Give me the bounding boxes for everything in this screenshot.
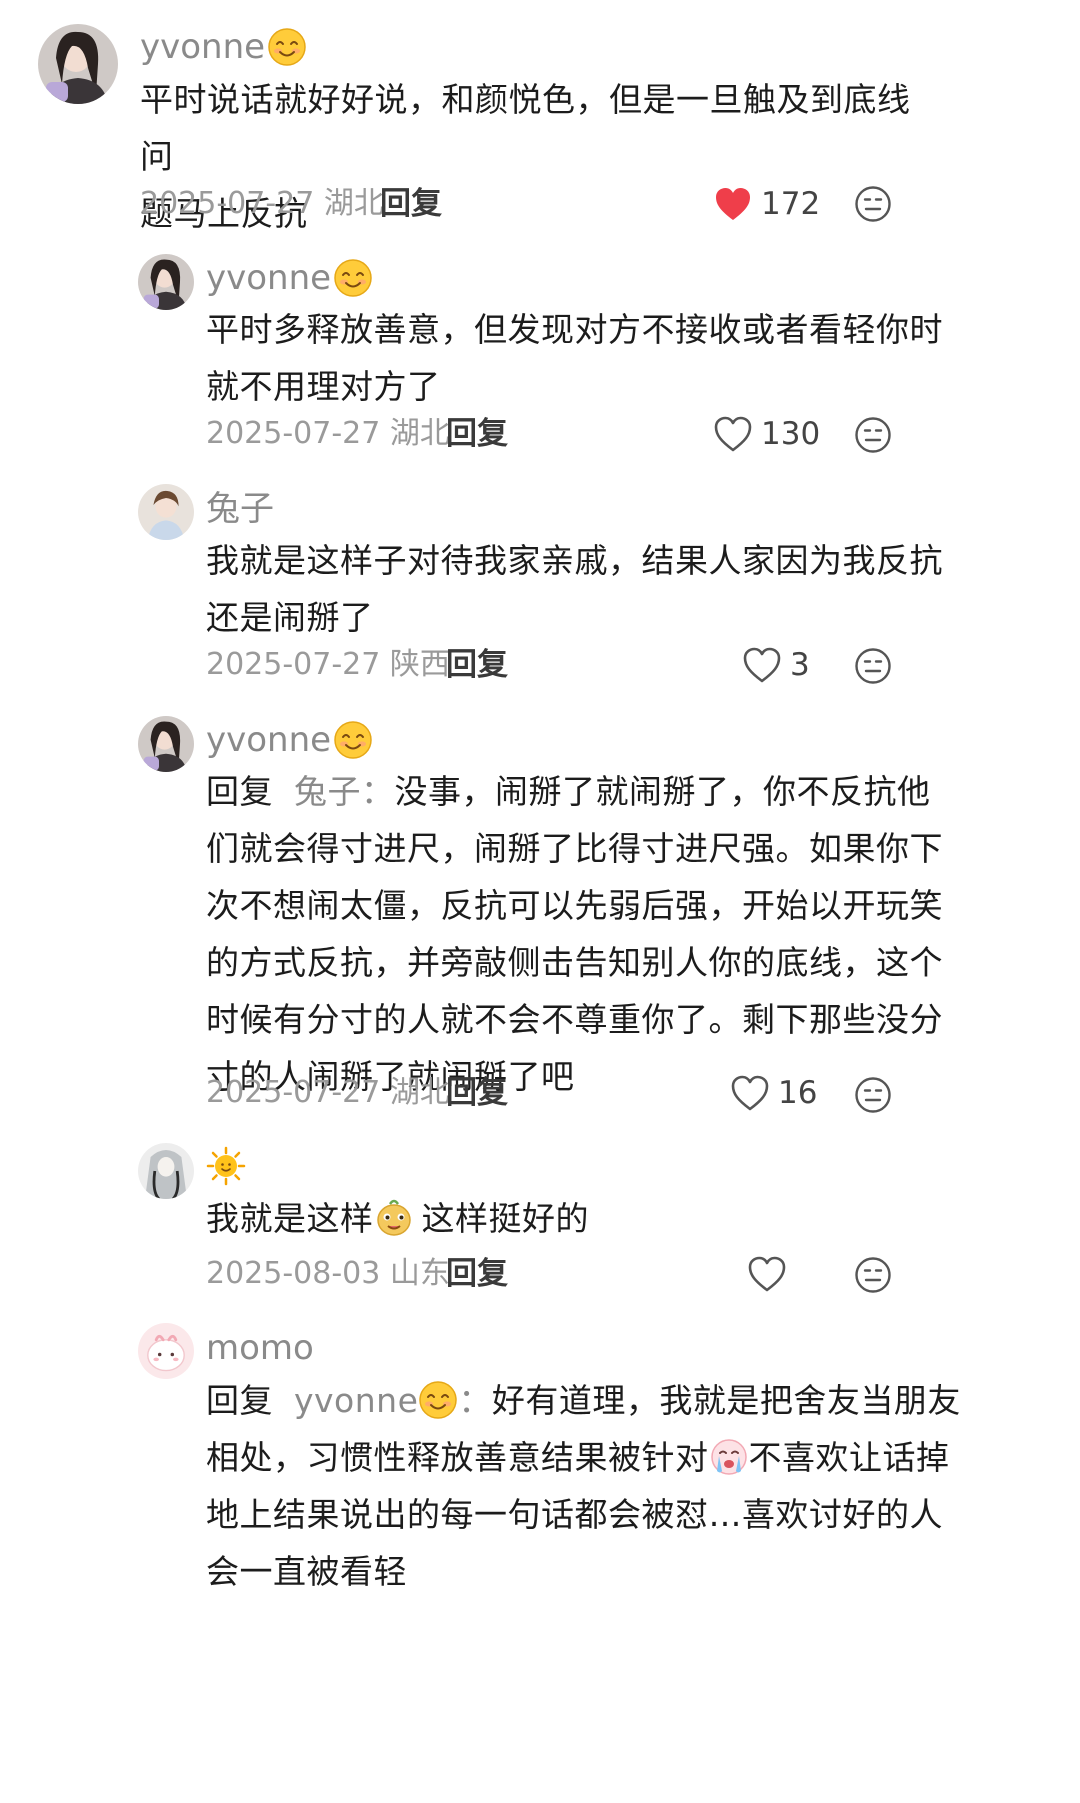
comment-meta: 2025-07-27 湖北	[206, 414, 450, 454]
comment-text-line: 们就会得寸进尺，闹掰了比得寸进尺强。如果你下	[206, 829, 943, 868]
comment-text: 回复 yvonne ：好有道理，我就是把舍友当朋友 相处，习惯性释放善意结果被针对…	[206, 1372, 1026, 1600]
comment-text-line: 我就是这样 这样挺好的	[206, 1190, 986, 1247]
reply-colon: ：	[458, 1381, 492, 1420]
comment-meta: 2025-08-03 山东	[206, 1254, 450, 1294]
like-button[interactable]: 172	[713, 184, 820, 224]
reply-button[interactable]: 回复	[446, 1254, 508, 1294]
comment-text-line: 的方式反抗，并旁敲侧击告知别人你的底线，这个	[206, 943, 943, 982]
comment-author[interactable]: yvonne	[206, 720, 373, 760]
comment-text-line: 会一直被看轻	[206, 1552, 407, 1591]
comment-meta: 2025-07-27 湖北	[140, 184, 384, 224]
comment-author[interactable]: momo	[206, 1328, 314, 1368]
author-name[interactable]: momo	[206, 1328, 314, 1368]
comment-text-line: 地上结果说出的每一句话都会被怼…喜欢讨好的人	[206, 1495, 943, 1534]
comment-text-line: 平时说话就好好说，和颜悦色，但是一旦触及到底线问	[140, 80, 911, 176]
smile-emoji-icon	[267, 27, 307, 67]
sun-emoji-icon	[206, 1146, 246, 1186]
comment-author[interactable]: yvonne	[206, 258, 373, 298]
like-count: 130	[761, 416, 821, 452]
avatar[interactable]	[138, 254, 194, 310]
comment-text-line: 平时多释放善意，但发现对方不接收或者看轻你时	[206, 310, 943, 349]
comment-date: 2025-07-27	[206, 647, 381, 682]
author-name[interactable]: yvonne	[206, 720, 331, 760]
author-name[interactable]: 兔子	[206, 489, 274, 529]
reply-colon: ：	[361, 772, 395, 811]
comment-text-line: 次不想闹太僵，反抗可以先弱后强，开始以开玩笑	[206, 886, 943, 925]
comment-text-segment: 没事，闹掰了就闹掰了，你不反抗他	[394, 772, 931, 811]
comment-date: 2025-07-27	[140, 186, 315, 221]
like-count: 172	[761, 186, 821, 222]
comment-location: 湖北	[323, 186, 384, 221]
comment-text-segment: 好有道理，我就是把舍友当朋友	[491, 1381, 961, 1420]
heart-outline-icon	[747, 1255, 787, 1293]
crying-face-emoji-icon	[710, 1439, 747, 1475]
comment-text-line: 相处，习惯性释放善意结果被针对 不喜欢让话掉	[206, 1429, 1026, 1486]
heart-outline-icon	[730, 1074, 770, 1112]
like-button[interactable]	[747, 1254, 795, 1294]
smile-emoji-icon	[333, 720, 373, 760]
dislike-icon[interactable]	[854, 1076, 892, 1114]
comment-author[interactable]	[206, 1146, 246, 1186]
comment-text-line: 时候有分寸的人就不会不尊重你了。剩下那些没分	[206, 1000, 943, 1039]
like-count: 3	[790, 647, 810, 683]
comment-date: 2025-07-27	[206, 1075, 381, 1110]
avatar[interactable]	[138, 484, 194, 540]
comment-text-segment: 这样挺好的	[421, 1199, 589, 1238]
comment-text-line: 回复 兔子：没事，闹掰了就闹掰了，你不反抗他	[206, 763, 1006, 820]
like-count: 16	[778, 1075, 818, 1111]
heart-filled-icon	[713, 185, 753, 223]
reply-mention[interactable]: yvonne	[294, 1381, 418, 1420]
comment-author[interactable]: yvonne	[140, 27, 307, 67]
comment-location: 湖北	[389, 416, 450, 451]
reply-button[interactable]: 回复	[446, 414, 508, 454]
cheeky-face-emoji-icon	[376, 1199, 411, 1236]
reply-prefix: 回复	[206, 1381, 273, 1420]
comment-date: 2025-08-03	[206, 1256, 381, 1291]
like-button[interactable]: 3	[742, 645, 810, 685]
avatar[interactable]	[138, 716, 194, 772]
comment-author[interactable]: 兔子	[206, 489, 274, 529]
comment-text-segment: 我就是这样	[206, 1199, 374, 1238]
comment-text: 我就是这样 这样挺好的	[206, 1190, 986, 1247]
reply-mention[interactable]: 兔子	[294, 772, 361, 811]
author-name[interactable]: yvonne	[140, 27, 265, 67]
smile-emoji-icon	[333, 258, 373, 298]
comment-meta: 2025-07-27 湖北	[206, 1073, 450, 1113]
reply-button[interactable]: 回复	[446, 645, 508, 685]
reply-prefix: 回复	[206, 772, 273, 811]
comment-text-segment: 相处，习惯性释放善意结果被针对	[206, 1438, 709, 1477]
avatar[interactable]	[138, 1323, 194, 1379]
comment-text-line: 回复 yvonne ：好有道理，我就是把舍友当朋友	[206, 1372, 1026, 1429]
reply-button[interactable]: 回复	[446, 1073, 508, 1113]
dislike-icon[interactable]	[854, 1256, 892, 1294]
like-button[interactable]: 130	[713, 414, 820, 454]
comment-text-segment: 不喜欢让话掉	[748, 1438, 950, 1477]
comment-text: 我就是这样子对待我家亲戚，结果人家因为我反抗 还是闹掰了	[206, 532, 986, 646]
dislike-icon[interactable]	[854, 185, 892, 223]
smile-emoji-icon	[418, 1380, 458, 1420]
dislike-icon[interactable]	[854, 416, 892, 454]
comment-meta: 2025-07-27 陕西	[206, 645, 450, 685]
comment-location: 湖北	[389, 1075, 450, 1110]
avatar[interactable]	[138, 1143, 194, 1199]
comment-location: 山东	[389, 1256, 450, 1291]
comment-date: 2025-07-27	[206, 416, 381, 451]
comment-text-line: 就不用理对方了	[206, 367, 441, 406]
like-button[interactable]: 16	[730, 1073, 817, 1113]
dislike-icon[interactable]	[854, 647, 892, 685]
comment-location: 陕西	[389, 647, 450, 682]
comment-text-line: 我就是这样子对待我家亲戚，结果人家因为我反抗	[206, 541, 943, 580]
reply-button[interactable]: 回复	[380, 184, 442, 224]
heart-outline-icon	[742, 646, 782, 684]
avatar[interactable]	[38, 24, 118, 104]
author-name[interactable]: yvonne	[206, 258, 331, 298]
heart-outline-icon	[713, 415, 753, 453]
comment-text: 平时多释放善意，但发现对方不接收或者看轻你时 就不用理对方了	[206, 301, 986, 415]
comment-text: 回复 兔子：没事，闹掰了就闹掰了，你不反抗他 们就会得寸进尺，闹掰了比得寸进尺强…	[206, 763, 1006, 1105]
comment-text-line: 还是闹掰了	[206, 598, 374, 637]
